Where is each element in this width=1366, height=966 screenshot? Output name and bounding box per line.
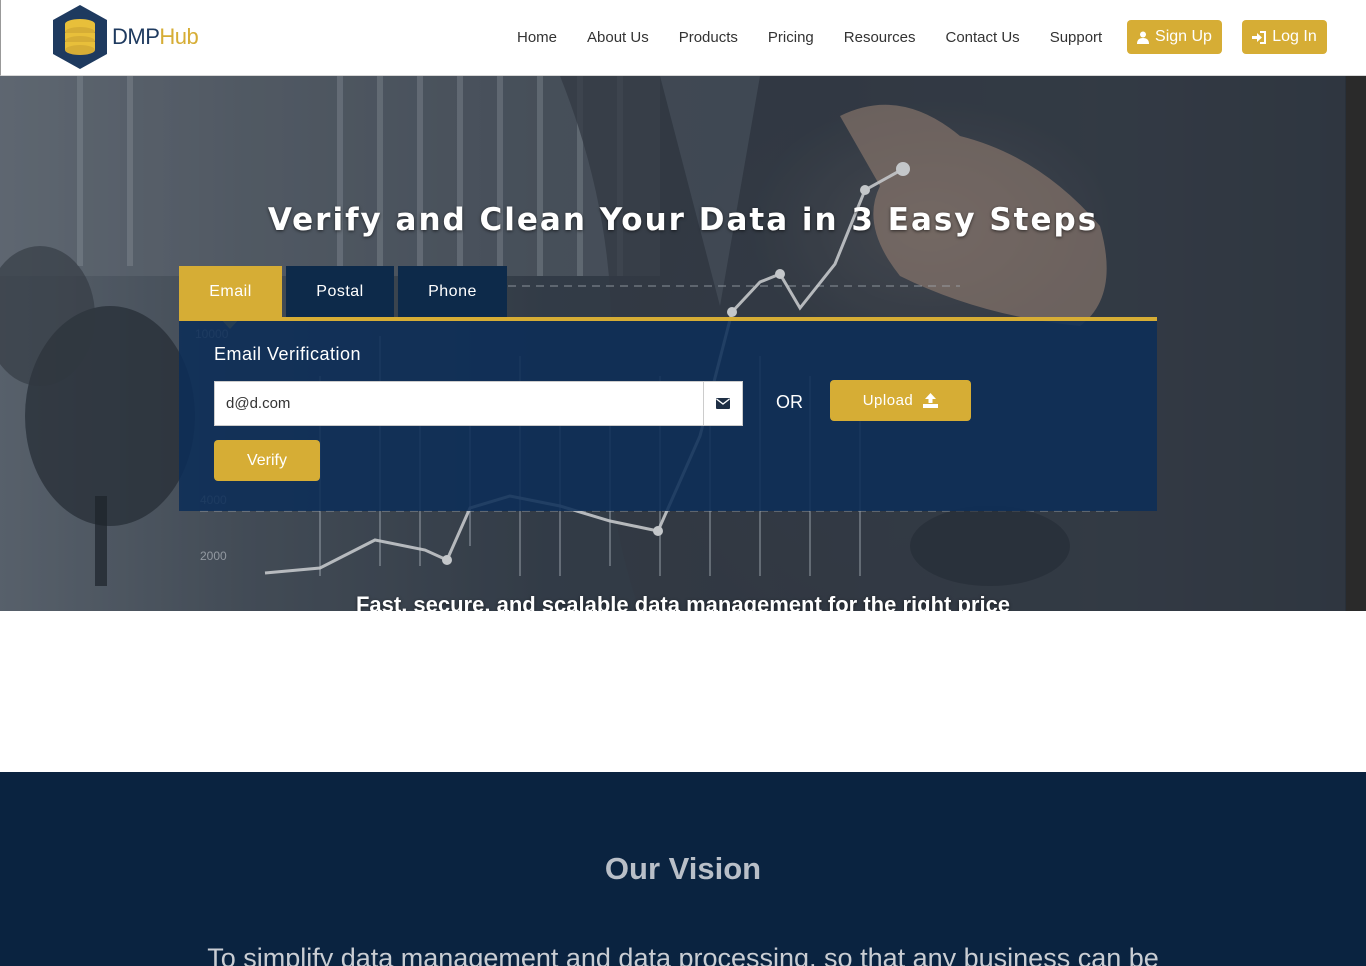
user-icon [1137,31,1150,44]
hero-tagline: Fast, secure, and scalable data manageme… [355,592,1011,611]
site-header: DMPHub Home About Us Products Pricing Re… [0,0,1366,76]
nav-pricing[interactable]: Pricing [768,29,814,47]
nav-products[interactable]: Products [679,29,738,47]
upload-icon [923,393,939,408]
hero-right-edge [1346,76,1366,611]
panel-title: Email Verification [214,344,362,364]
or-separator: OR [776,392,803,412]
nav-contact-us[interactable]: Contact Us [945,29,1019,47]
verify-button[interactable]: Verify [214,440,320,481]
main-nav: Home About Us Products Pricing Resources… [517,29,1132,47]
nav-home[interactable]: Home [517,29,557,47]
sign-up-button[interactable]: Sign Up [1127,20,1222,54]
brand-name: DMPHub [112,24,199,49]
upload-label: Upload [862,392,914,409]
sign-up-label: Sign Up [1155,28,1212,45]
email-verification-panel: Email Verification OR Upload Verify [179,317,1157,511]
vision-title: Our Vision [604,851,762,886]
nav-resources[interactable]: Resources [844,29,916,47]
verification-tabs: Email Postal Phone [179,266,511,329]
email-addon [703,381,743,426]
logo[interactable]: DMPHub [51,4,199,70]
nav-support[interactable]: Support [1050,29,1103,47]
sign-in-icon [1252,30,1267,44]
vision-text: To simplify data management and data pro… [207,943,1159,966]
nav-about-us[interactable]: About Us [587,29,649,47]
log-in-label: Log In [1272,28,1317,45]
database-hexagon-icon [53,5,107,69]
hero-section: 10000 4000 2000 Verify and Clean Your Da… [0,76,1366,611]
hero-title: Verify and Clean Your Data in 3 Easy Ste… [267,202,1099,238]
tab-postal[interactable]: Postal [286,266,394,317]
envelope-icon [716,398,730,409]
vision-section: Our Vision To simplify data management a… [0,772,1366,966]
email-input[interactable] [214,381,704,426]
upload-button[interactable]: Upload [830,380,971,421]
log-in-button[interactable]: Log In [1242,20,1327,54]
tab-email[interactable]: Email [179,266,282,329]
tab-phone[interactable]: Phone [398,266,507,317]
